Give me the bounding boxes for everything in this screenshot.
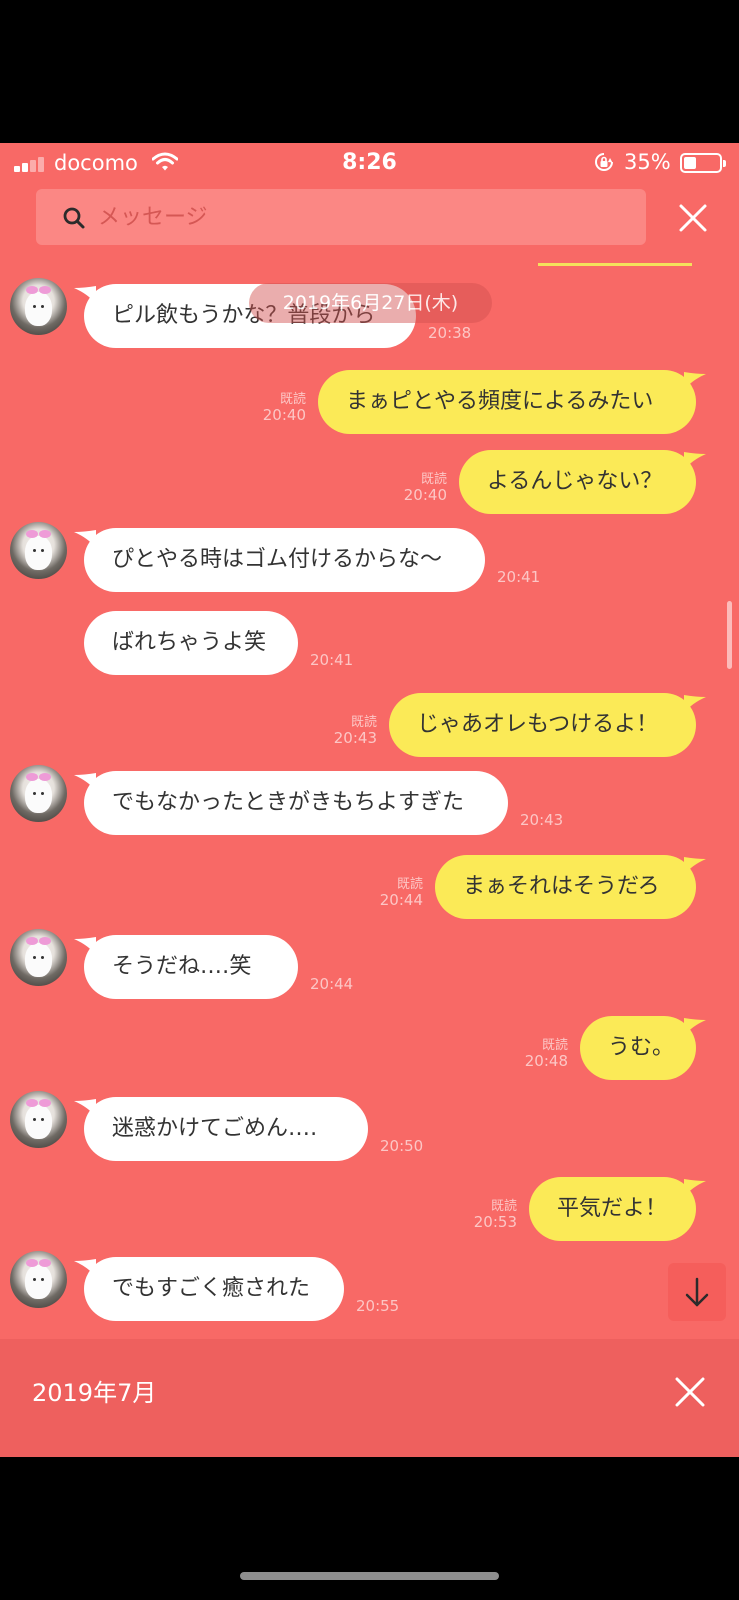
avatar-face bbox=[25, 1105, 52, 1139]
search-icon bbox=[63, 207, 85, 229]
message-time: 20:40 bbox=[262, 406, 306, 424]
incoming-message[interactable]: ぴとやる時はゴム付けるからな〜 bbox=[84, 528, 485, 592]
battery-icon bbox=[680, 153, 726, 173]
avatar-ear bbox=[26, 286, 38, 294]
outgoing-message[interactable]: まぁピとやる頻度によるみたい bbox=[318, 370, 696, 434]
avatar[interactable] bbox=[10, 278, 67, 335]
message-time: 20:43 bbox=[333, 729, 377, 747]
message-time: 20:41 bbox=[310, 651, 354, 669]
avatar-ear bbox=[26, 530, 38, 538]
incoming-message[interactable]: ばれちゃうよ笑 bbox=[84, 611, 298, 675]
chat-screen: docomo 8:26 35% 2019年6月27日(木) ピル飲もうかな？ bbox=[0, 143, 739, 1457]
avatar[interactable] bbox=[10, 1091, 67, 1148]
scroll-down-button[interactable] bbox=[668, 1263, 726, 1321]
search-input[interactable] bbox=[98, 197, 618, 237]
avatar-eye bbox=[41, 549, 44, 552]
close-icon[interactable] bbox=[673, 1375, 707, 1409]
month-bar: 2019年7月 bbox=[0, 1339, 739, 1457]
avatar-eye bbox=[33, 792, 36, 795]
status-bar: docomo 8:26 35% bbox=[0, 143, 739, 183]
message-time: 20:40 bbox=[403, 486, 447, 504]
battery-percent: 35% bbox=[624, 150, 671, 174]
close-icon[interactable] bbox=[676, 201, 710, 235]
avatar-face bbox=[25, 943, 52, 977]
message-time: 20:41 bbox=[497, 568, 541, 586]
read-receipt: 既読 bbox=[541, 1038, 568, 1053]
read-receipt: 既読 bbox=[420, 472, 447, 487]
search-result-indicator bbox=[538, 263, 692, 266]
read-receipt: 既読 bbox=[279, 392, 306, 407]
avatar-ear bbox=[39, 937, 51, 945]
avatar-face bbox=[25, 779, 52, 813]
arrow-down-icon bbox=[685, 1277, 709, 1307]
read-receipt: 既読 bbox=[396, 877, 423, 892]
message-time: 20:43 bbox=[520, 811, 564, 829]
incoming-message[interactable]: そうだね‥‥笑 bbox=[84, 935, 298, 999]
avatar-face bbox=[25, 536, 52, 570]
message-time: 20:38 bbox=[428, 324, 472, 342]
avatar-eye bbox=[41, 1278, 44, 1281]
avatar-eye bbox=[33, 956, 36, 959]
search-bar[interactable] bbox=[36, 189, 646, 245]
outgoing-message[interactable]: まぁそれはそうだろ bbox=[435, 855, 696, 919]
incoming-message[interactable]: 迷惑かけてごめん‥‥ bbox=[84, 1097, 368, 1161]
avatar[interactable] bbox=[10, 929, 67, 986]
avatar-ear bbox=[26, 1099, 38, 1107]
incoming-message[interactable]: でもなかったときがきもちよすぎた bbox=[84, 771, 508, 835]
message-time: 20:55 bbox=[356, 1297, 400, 1315]
incoming-message[interactable]: でもすごく癒された bbox=[84, 1257, 344, 1321]
scroll-indicator[interactable] bbox=[727, 601, 732, 669]
avatar[interactable] bbox=[10, 765, 67, 822]
avatar-ear bbox=[26, 937, 38, 945]
avatar-ear bbox=[39, 286, 51, 294]
avatar-ear bbox=[26, 1259, 38, 1267]
avatar-ear bbox=[39, 773, 51, 781]
message-time: 20:48 bbox=[524, 1052, 568, 1070]
avatar-ear bbox=[26, 773, 38, 781]
avatar[interactable] bbox=[10, 522, 67, 579]
orientation-lock-icon bbox=[595, 153, 613, 171]
outgoing-message[interactable]: 平気だよ！ bbox=[529, 1177, 696, 1241]
month-label: 2019年7月 bbox=[32, 1379, 157, 1407]
message-time: 20:53 bbox=[473, 1213, 517, 1231]
avatar-eye bbox=[41, 956, 44, 959]
outgoing-message[interactable]: よるんじゃない？ bbox=[459, 450, 696, 514]
avatar-eye bbox=[33, 549, 36, 552]
avatar-ear bbox=[39, 1259, 51, 1267]
avatar-ear bbox=[39, 530, 51, 538]
avatar-eye bbox=[41, 305, 44, 308]
date-separator: 2019年6月27日(木) bbox=[249, 283, 492, 323]
avatar-eye bbox=[41, 1118, 44, 1121]
read-receipt: 既読 bbox=[490, 1199, 517, 1214]
avatar-eye bbox=[41, 792, 44, 795]
message-time: 20:50 bbox=[380, 1137, 424, 1155]
read-receipt: 既読 bbox=[350, 715, 377, 730]
message-time: 20:44 bbox=[379, 891, 423, 909]
outgoing-message[interactable]: うむ。 bbox=[580, 1016, 696, 1080]
avatar-face bbox=[25, 292, 52, 326]
avatar[interactable] bbox=[10, 1251, 67, 1308]
avatar-ear bbox=[39, 1099, 51, 1107]
avatar-eye bbox=[33, 1278, 36, 1281]
home-indicator[interactable] bbox=[240, 1572, 499, 1580]
message-time: 20:44 bbox=[310, 975, 354, 993]
avatar-face bbox=[25, 1265, 52, 1299]
outgoing-message[interactable]: じゃあオレもつけるよ！ bbox=[389, 693, 696, 757]
avatar-eye bbox=[33, 1118, 36, 1121]
avatar-eye bbox=[33, 305, 36, 308]
